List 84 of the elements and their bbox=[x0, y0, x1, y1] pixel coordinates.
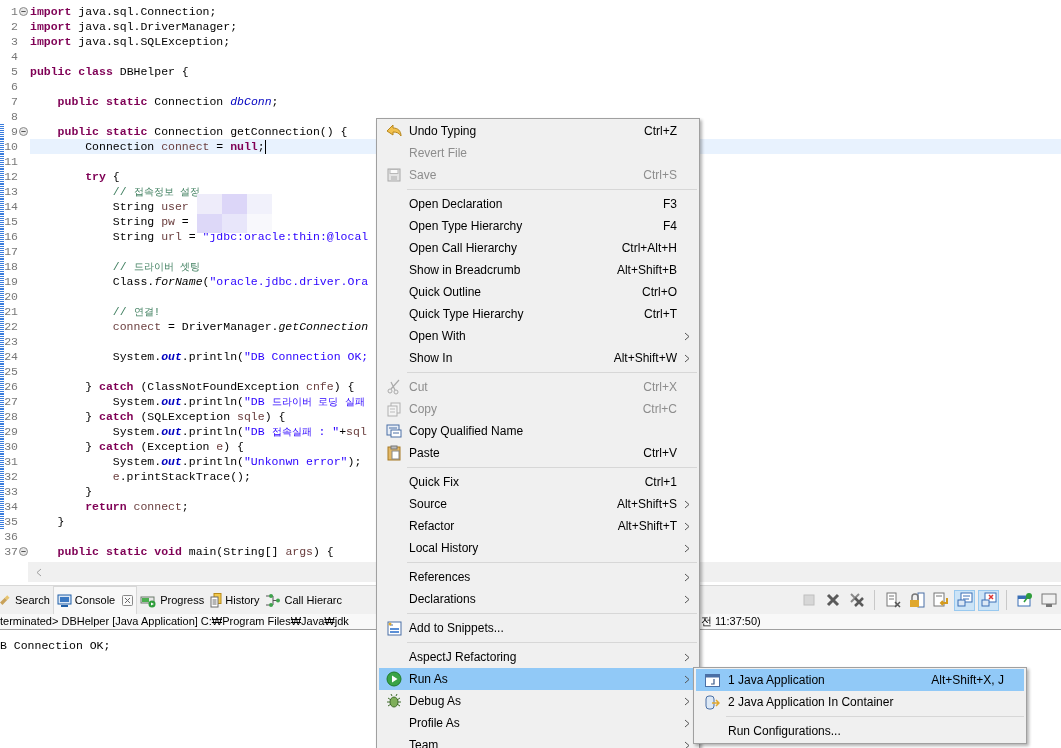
line-number: 16 bbox=[4, 229, 18, 244]
keyboard-shortcut: Alt+Shift+W bbox=[613, 350, 677, 367]
line-number: 29 bbox=[4, 424, 18, 439]
line-number: 9 bbox=[11, 124, 18, 139]
line-number: 22 bbox=[4, 319, 18, 334]
code-line: Connection connect = null; bbox=[84, 139, 265, 154]
code-line: // 접속정보 설정 bbox=[111, 183, 201, 200]
code-line: System.out.println("DB 접속실패 : "+sql bbox=[111, 423, 367, 440]
console-header: 전 11:37:50) bbox=[701, 614, 761, 630]
keyboard-shortcut: Alt+Shift+X, J bbox=[931, 672, 1004, 689]
line-number: 24 bbox=[4, 349, 18, 364]
keyboard-shortcut: Ctrl+T bbox=[644, 306, 677, 323]
keyboard-shortcut: Ctrl+1 bbox=[644, 474, 677, 491]
code-line: } catch (ClassNotFoundException cnfe) { bbox=[84, 379, 355, 394]
line-number: 11 bbox=[4, 154, 18, 169]
line-number: 8 bbox=[11, 109, 18, 124]
code-line: public static Connection dbConn; bbox=[56, 94, 279, 109]
keyboard-shortcut: Alt+Shift+S bbox=[616, 496, 677, 513]
line-number: 31 bbox=[4, 454, 18, 469]
line-number: 13 bbox=[4, 184, 18, 199]
line-number: 19 bbox=[4, 274, 18, 289]
line-number: 35 bbox=[4, 514, 18, 529]
keyboard-shortcut: Ctrl+Z bbox=[644, 123, 677, 140]
line-number: 18 bbox=[4, 259, 18, 274]
keyboard-shortcut: Alt+Shift+T bbox=[617, 518, 677, 535]
keyboard-shortcut: Alt+Shift+B bbox=[616, 262, 677, 279]
keyboard-shortcut: Ctrl+C bbox=[642, 401, 677, 418]
code-line: e.printStackTrace(); bbox=[111, 469, 251, 484]
line-number: 1 bbox=[11, 4, 18, 19]
line-number: 32 bbox=[4, 469, 18, 484]
code-line: import java.sql.DriverManager; bbox=[30, 19, 238, 34]
keyboard-shortcut: F4 bbox=[663, 218, 677, 235]
code-line: Class.forName("oracle.jdbc.driver.Ora bbox=[111, 274, 369, 289]
line-number: 25 bbox=[4, 364, 18, 379]
code-line: public static Connection getConnection() { bbox=[56, 124, 348, 139]
code-line: public class DBHelper { bbox=[30, 64, 189, 79]
code-line: } bbox=[84, 484, 93, 499]
code-line: System.out.println("Unkonwn error"); bbox=[111, 454, 362, 469]
line-number: 34 bbox=[4, 499, 18, 514]
keyboard-shortcut: Ctrl+S bbox=[643, 167, 677, 184]
line-number: 5 bbox=[11, 64, 18, 79]
line-number: 14 bbox=[4, 199, 18, 214]
line-number: 2 bbox=[11, 19, 18, 34]
line-number: 33 bbox=[4, 484, 18, 499]
line-number: 20 bbox=[4, 289, 18, 304]
line-number: 3 bbox=[11, 34, 18, 49]
code-line: System.out.println("DB 드라이버 로딩 실패 bbox=[111, 393, 366, 410]
keyboard-shortcut: Ctrl+X bbox=[643, 379, 677, 396]
code-line: } catch (Exception e) { bbox=[84, 439, 244, 454]
line-number: 23 bbox=[4, 334, 18, 349]
line-number: 15 bbox=[4, 214, 18, 229]
code-line: public static void main(String[] args) { bbox=[56, 544, 334, 559]
line-number: 10 bbox=[4, 139, 18, 154]
keyboard-shortcut: F3 bbox=[663, 196, 677, 213]
code-line: String user bbox=[111, 199, 189, 214]
keyboard-shortcut: Ctrl+Alt+H bbox=[621, 240, 677, 257]
code-line: } bbox=[56, 514, 65, 529]
console-output: B Connection OK; bbox=[0, 639, 111, 652]
console-header: terminated> DBHelper [Java Application] C:₩Program Files₩Java₩jdk bbox=[0, 614, 349, 630]
line-number: 28 bbox=[4, 409, 18, 424]
line-number: 26 bbox=[4, 379, 18, 394]
line-number: 12 bbox=[4, 169, 18, 184]
code-line: try { bbox=[84, 169, 120, 184]
line-number: 21 bbox=[4, 304, 18, 319]
code-line: String pw = bbox=[111, 214, 189, 229]
code-line: // 연결! bbox=[111, 303, 161, 320]
code-line: String url = "jdbc:oracle:thin:@local bbox=[111, 229, 369, 244]
keyboard-shortcut: Ctrl+O bbox=[642, 284, 677, 301]
code-line: System.out.println("DB Connection OK; bbox=[111, 349, 369, 364]
code-line: } catch (SQLException sqle) { bbox=[84, 409, 286, 424]
line-number: 7 bbox=[11, 94, 18, 109]
code-line: // 드라이버 셋팅 bbox=[111, 258, 201, 275]
line-number: 4 bbox=[11, 49, 18, 64]
code-line: import java.sql.SQLException; bbox=[30, 34, 231, 49]
line-number: 36 bbox=[4, 529, 18, 544]
code-line: return connect; bbox=[84, 499, 189, 514]
code-line: import java.sql.Connection; bbox=[30, 4, 217, 19]
code-line: connect = DriverManager.getConnection bbox=[111, 319, 369, 334]
line-number: 27 bbox=[4, 394, 18, 409]
line-number: 17 bbox=[4, 244, 18, 259]
keyboard-shortcut: Ctrl+V bbox=[643, 445, 677, 462]
line-number: 30 bbox=[4, 439, 18, 454]
line-number: 6 bbox=[11, 79, 18, 94]
line-number: 37 bbox=[4, 544, 18, 559]
